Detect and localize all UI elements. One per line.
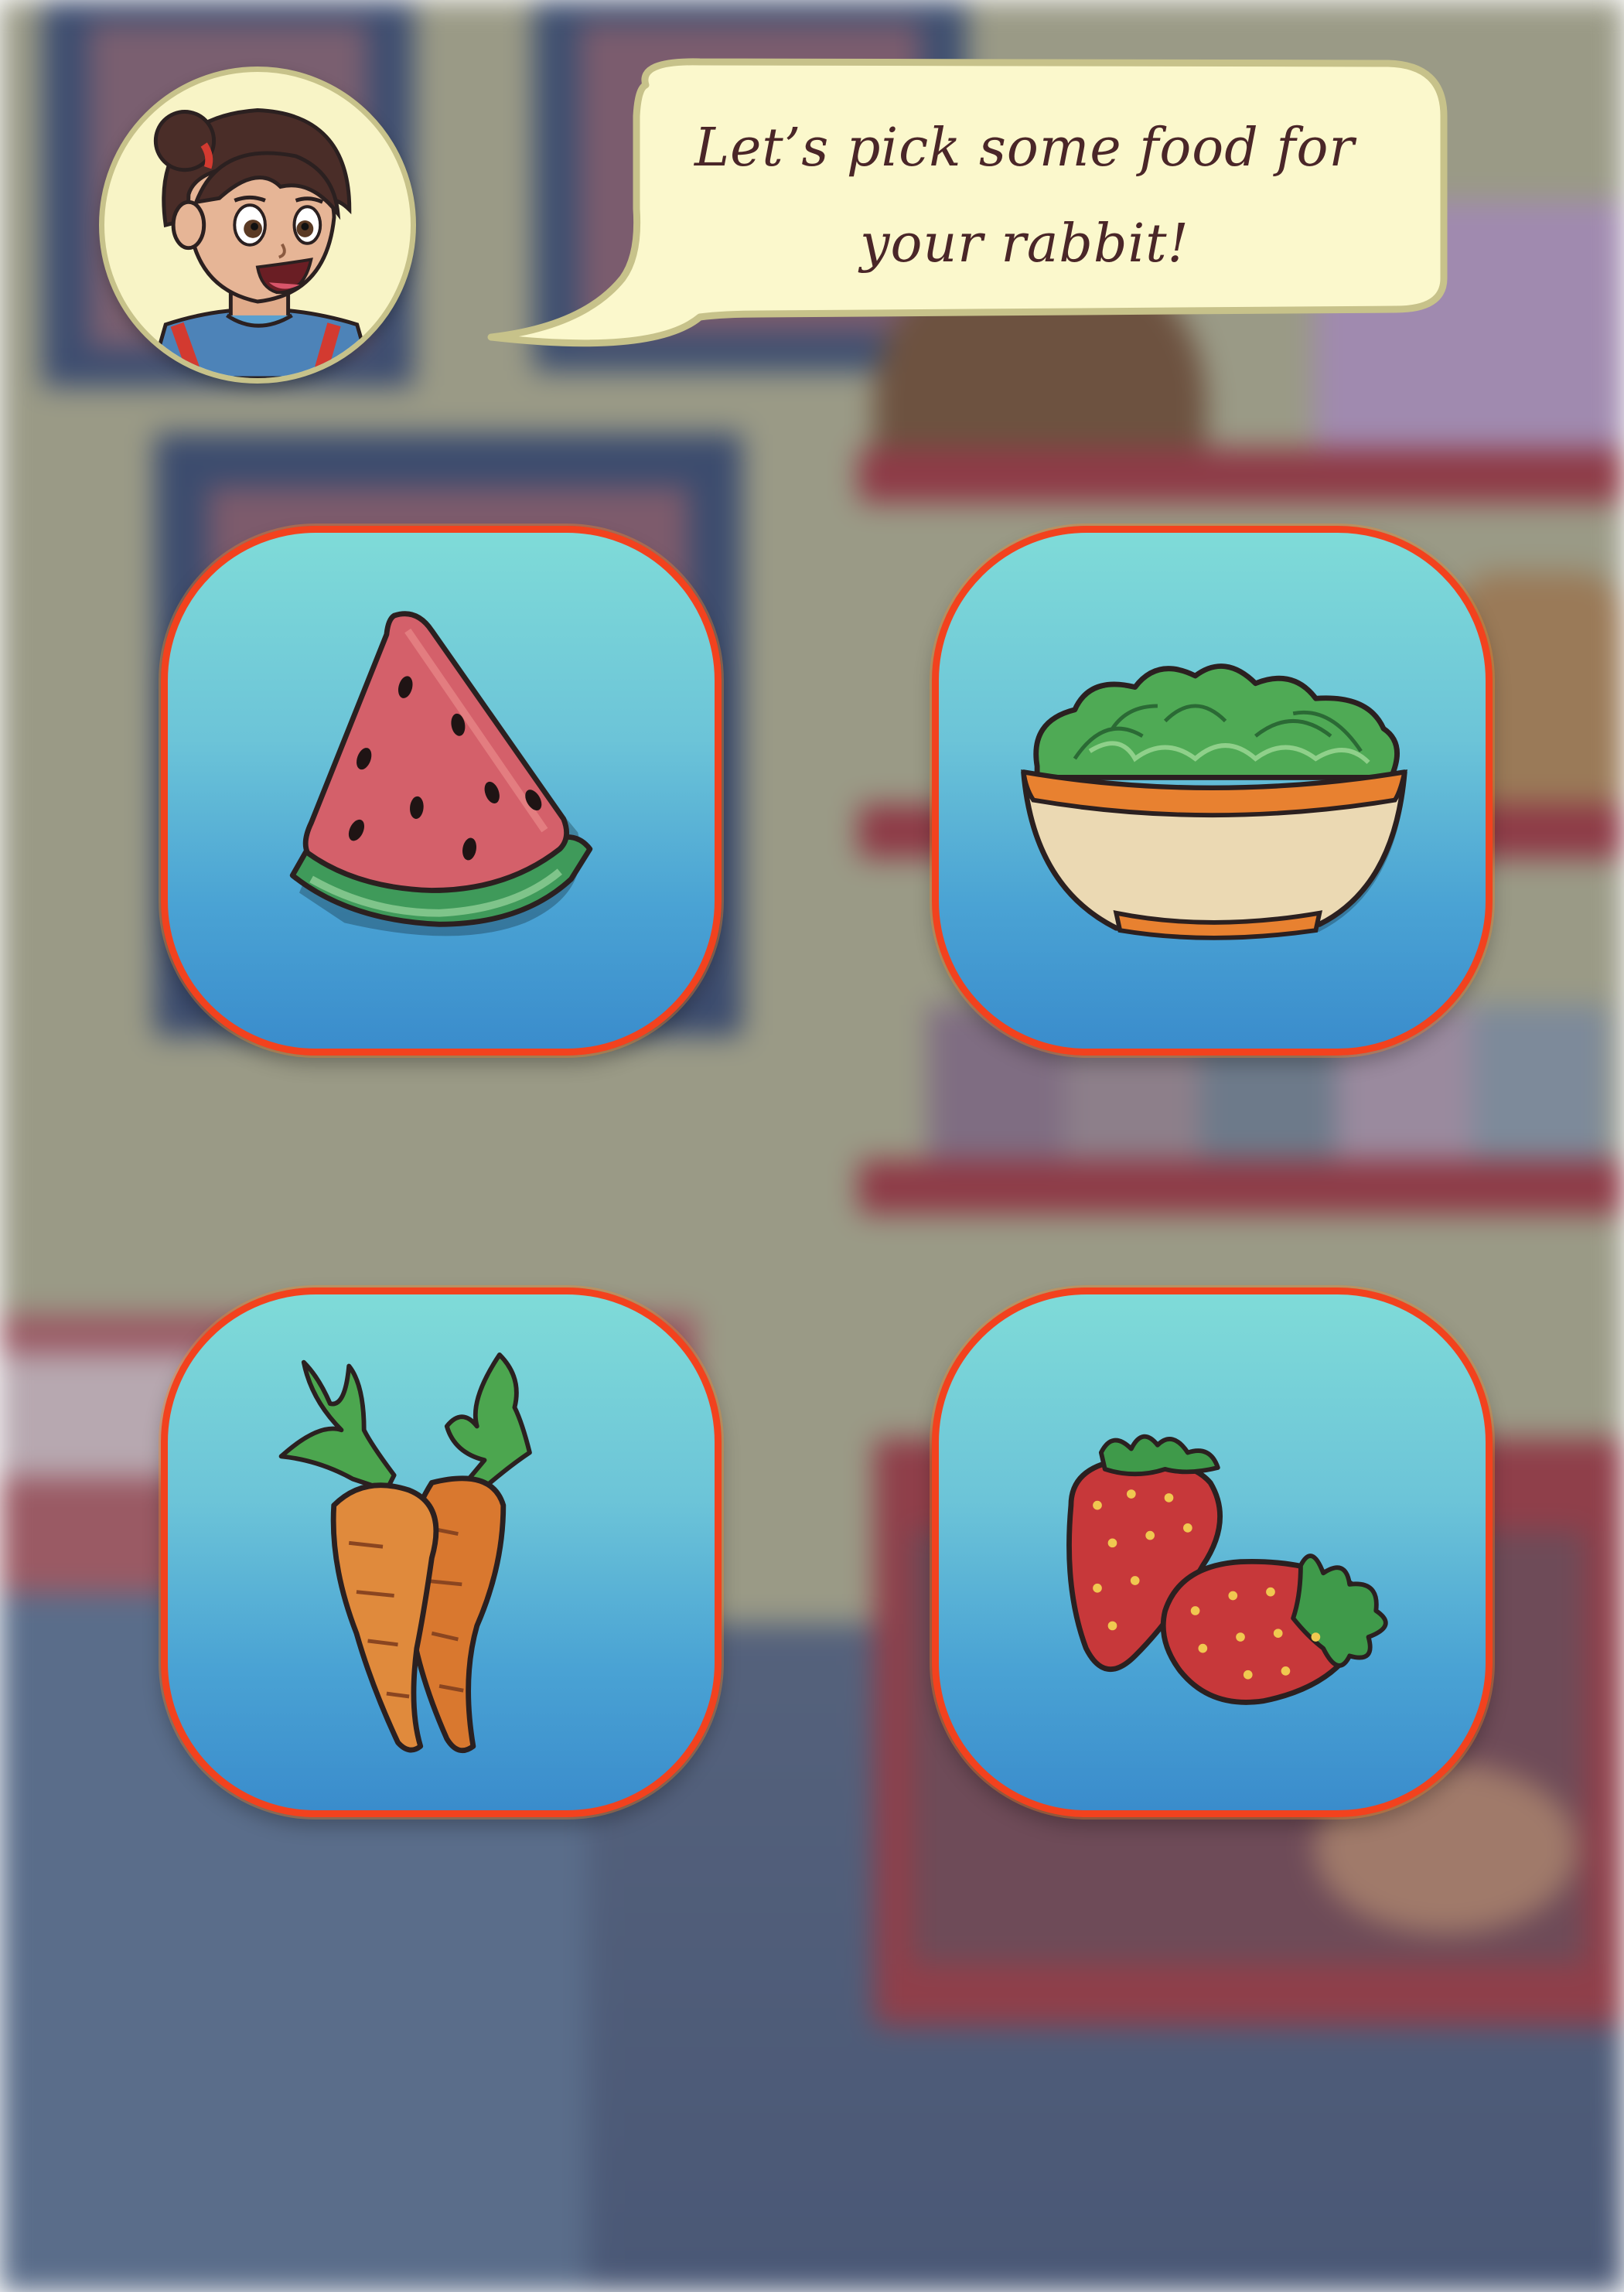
watermelon-icon	[289, 611, 593, 936]
dialog-line-2: your rabbit!	[860, 213, 1189, 275]
strawberries-icon	[1066, 1434, 1388, 1705]
food-option-carrots[interactable]: carrots	[161, 1288, 722, 1817]
food-option-lettuce[interactable]: lettuce	[932, 526, 1493, 1056]
carrots-icon	[278, 1352, 532, 1754]
dialog-line-1: Let’s pick some food for	[694, 118, 1355, 179]
lettuce-bowl-icon	[1021, 663, 1408, 940]
shelf	[858, 1160, 1624, 1214]
food-option-watermelon[interactable]: watermelon	[161, 526, 722, 1056]
shelf	[858, 449, 1624, 503]
dialog-text: Let’s pick some food for your rabbit!	[638, 101, 1411, 292]
food-option-strawberries[interactable]: strawberries	[932, 1288, 1493, 1817]
girl-avatar-icon	[99, 67, 416, 384]
speech-bubble: Let’s pick some food for your rabbit!	[468, 54, 1450, 371]
